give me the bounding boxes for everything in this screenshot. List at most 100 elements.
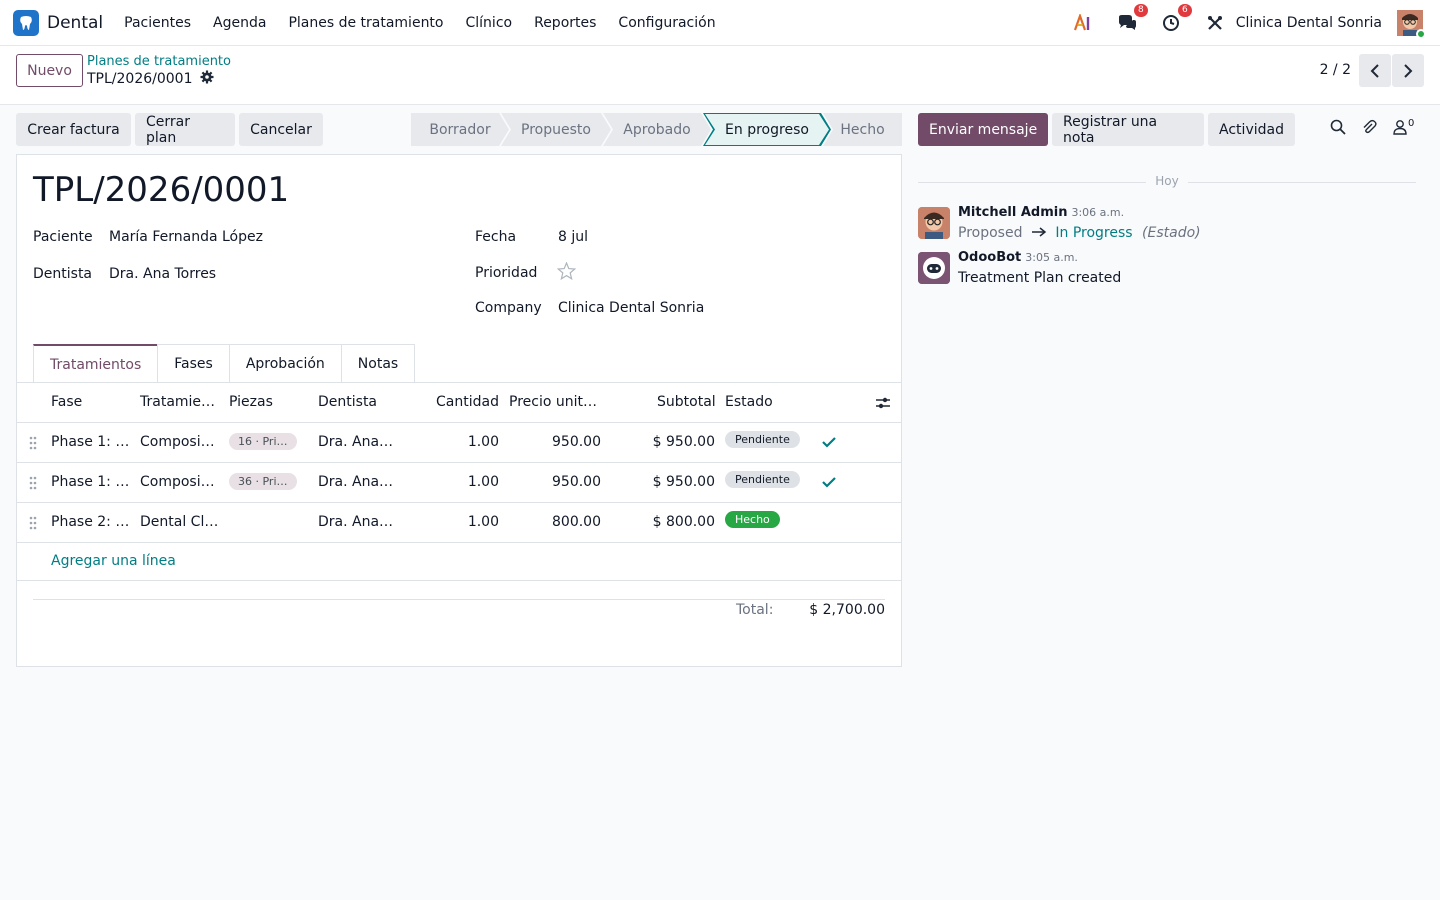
message-author[interactable]: OdooBot 3:05 a.m. (958, 250, 1078, 265)
arrow-right-icon (1031, 225, 1051, 241)
cell-subtotal: $ 800.00 (652, 514, 715, 530)
stage-en-progreso[interactable]: En progreso (703, 113, 831, 146)
cell-phase: Phase 1: … (51, 434, 130, 450)
pager-next-button[interactable] (1392, 54, 1424, 87)
day-separator: Hoy (918, 174, 1416, 190)
col-subtotal[interactable]: Subtotal (657, 394, 716, 410)
control-panel: Nuevo Planes de tratamiento TPL/2026/000… (0, 46, 1440, 105)
drag-handle-icon[interactable] (29, 516, 37, 530)
col-quantity[interactable]: Cantidad (436, 394, 499, 410)
menu-pacientes[interactable]: Pacientes (113, 15, 202, 31)
close-plan-button[interactable]: Cerrar plan (135, 113, 235, 146)
message-body: Treatment Plan created (958, 270, 1122, 286)
odoobot-avatar[interactable] (918, 252, 950, 284)
cell-unit-price: 950.00 (552, 474, 601, 490)
col-treatment[interactable]: Tratamie… (140, 394, 215, 410)
message-author-name[interactable]: OdooBot (958, 250, 1021, 265)
col-phase[interactable]: Fase (51, 394, 82, 410)
activities-clock-icon[interactable]: 6 (1160, 4, 1192, 34)
date-field[interactable]: 8 jul (558, 229, 588, 245)
dentist-label: Dentista (33, 266, 93, 282)
tab-tratamientos[interactable]: Tratamientos (33, 344, 159, 383)
tools-icon[interactable] (1204, 12, 1226, 34)
record-title[interactable]: TPL/2026/0001 (33, 170, 289, 210)
cell-quantity: 1.00 (467, 434, 499, 450)
ai-icon[interactable] (1072, 12, 1094, 34)
breadcrumb-parent[interactable]: Planes de tratamiento (87, 54, 231, 69)
gear-icon[interactable] (200, 70, 214, 88)
stage-propuesto[interactable]: Propuesto (501, 113, 611, 146)
message-author-name[interactable]: Mitchell Admin (958, 205, 1067, 220)
add-line-link[interactable]: Agregar una línea (51, 553, 176, 569)
breadcrumb-current: TPL/2026/0001 (87, 70, 214, 88)
stage-hecho[interactable]: Hecho (823, 113, 902, 146)
table-header: Fase Tratamie… Piezas Dentista Cantidad … (17, 383, 901, 423)
menu-clinico[interactable]: Clínico (455, 15, 524, 31)
col-status[interactable]: Estado (725, 394, 773, 410)
table-row[interactable]: Phase 1: … Composi… 16 · Pri… Dra. Ana… … (17, 423, 901, 463)
check-icon[interactable] (822, 476, 836, 488)
col-dentist[interactable]: Dentista (318, 394, 377, 410)
tab-aprobacion[interactable]: Aprobación (228, 344, 342, 383)
cancel-button[interactable]: Cancelar (239, 113, 323, 146)
col-teeth[interactable]: Piezas (229, 394, 273, 410)
pager-value[interactable]: 2 / 2 (1320, 62, 1351, 78)
log-note-button[interactable]: Registrar una nota (1052, 113, 1204, 146)
main-menu: Pacientes Agenda Planes de tratamiento C… (113, 15, 726, 31)
activity-button[interactable]: Actividad (1208, 113, 1295, 146)
priority-star-icon[interactable] (556, 261, 577, 284)
tooth-app-icon[interactable] (13, 9, 39, 36)
status-bar: Borrador Propuesto Aprobado En progreso … (411, 113, 902, 146)
column-settings-icon[interactable] (875, 395, 891, 415)
chevron-right-icon (1404, 63, 1413, 78)
company-field[interactable]: Clinica Dental Sonria (558, 300, 704, 316)
teeth-tag: 16 · Pri… (229, 433, 297, 450)
paperclip-icon[interactable] (1361, 119, 1377, 139)
navbar-systray: 8 6 Clinica Dental Sonria (1072, 0, 1440, 46)
dentist-field[interactable]: Dra. Ana Torres (109, 266, 216, 282)
create-invoice-button[interactable]: Crear factura (16, 113, 131, 146)
add-line-row: Agregar una línea (17, 543, 901, 581)
followers-icon[interactable] (1393, 119, 1407, 139)
menu-configuracion[interactable]: Configuración (607, 15, 726, 31)
cell-unit-price: 950.00 (552, 434, 601, 450)
tracking-change: Proposed In Progress (Estado) (958, 225, 1201, 241)
table-row[interactable]: Phase 1: … Composi… 36 · Pri… Dra. Ana… … (17, 463, 901, 503)
user-avatar[interactable] (1397, 10, 1426, 39)
drag-handle-icon[interactable] (29, 476, 37, 490)
search-icon[interactable] (1330, 119, 1346, 139)
patient-label: Paciente (33, 229, 93, 245)
table-row[interactable]: Phase 2: … Dental Cl… Dra. Ana… 1.00 800… (17, 503, 901, 543)
tracked-field: (Estado) (1142, 225, 1201, 241)
drag-handle-icon[interactable] (29, 436, 37, 450)
cell-treatment: Composi… (140, 434, 215, 450)
status-badge: Pendiente (725, 471, 800, 488)
tab-notas[interactable]: Notas (340, 344, 416, 383)
menu-planes[interactable]: Planes de tratamiento (277, 15, 454, 31)
tab-fases[interactable]: Fases (157, 344, 230, 383)
status-badge: Hecho (725, 511, 780, 528)
message-time: 3:06 a.m. (1071, 206, 1125, 219)
col-unit-price[interactable]: Precio unit… (509, 394, 597, 410)
new-button[interactable]: Nuevo (16, 54, 83, 87)
cell-dentist: Dra. Ana… (318, 514, 394, 530)
old-value: Proposed (958, 225, 1023, 241)
treatments-table: Fase Tratamie… Piezas Dentista Cantidad … (17, 383, 901, 581)
teeth-tag: 36 · Pri… (229, 473, 297, 490)
patient-field[interactable]: María Fernanda López (109, 229, 263, 245)
menu-agenda[interactable]: Agenda (202, 15, 277, 31)
mitchell-admin-avatar[interactable] (918, 207, 950, 239)
messages-icon[interactable]: 8 (1116, 4, 1148, 34)
menu-reportes[interactable]: Reportes (523, 15, 607, 31)
send-message-button[interactable]: Enviar mensaje (918, 113, 1049, 146)
stage-borrador[interactable]: Borrador (411, 113, 509, 146)
notebook-tabs: Tratamientos Fases Aprobación Notas (33, 344, 416, 383)
check-icon[interactable] (822, 436, 836, 448)
pager-previous-button[interactable] (1359, 54, 1391, 87)
cell-quantity: 1.00 (467, 474, 499, 490)
stage-aprobado[interactable]: Aprobado (603, 113, 711, 146)
company-switcher[interactable]: Clinica Dental Sonria (1236, 15, 1382, 31)
cell-phase: Phase 1: … (51, 474, 130, 490)
app-name[interactable]: Dental (47, 13, 103, 33)
message-author[interactable]: Mitchell Admin 3:06 a.m. (958, 205, 1124, 220)
